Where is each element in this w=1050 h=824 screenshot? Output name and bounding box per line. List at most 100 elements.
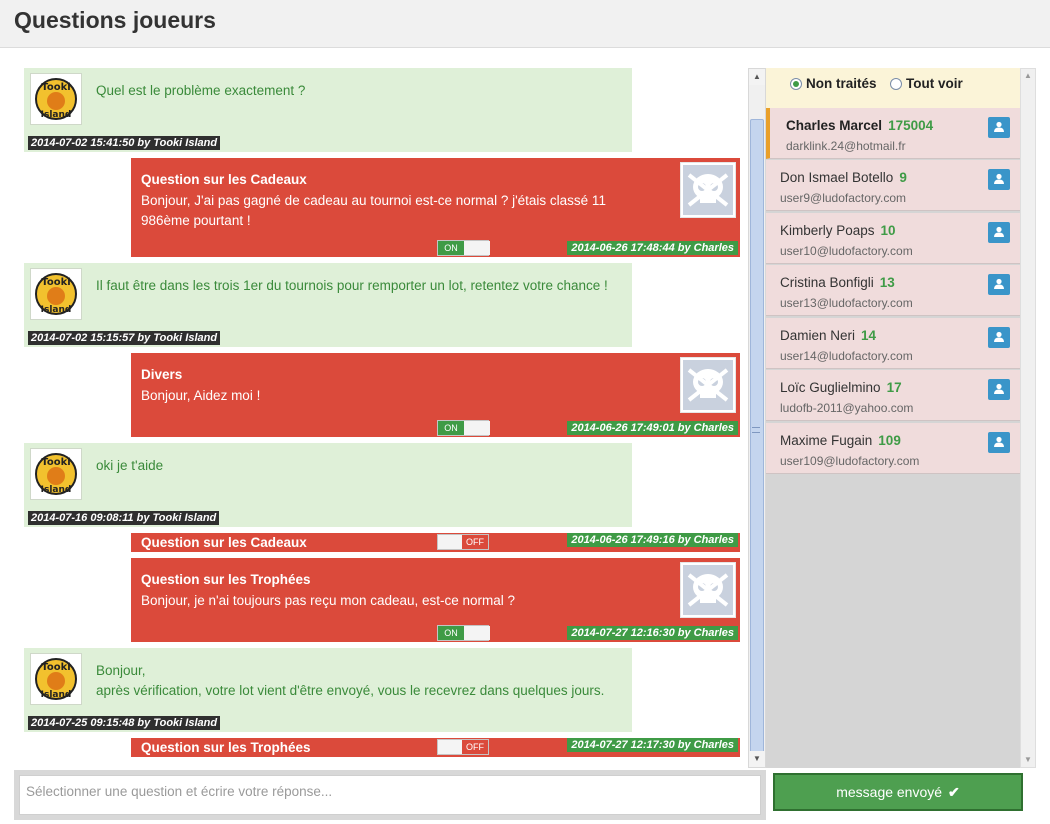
scroll-up-arrow-icon[interactable]: ▲ [749,69,765,85]
message-timestamp: 2014-07-16 09:08:11 by Tooki Island [28,511,220,525]
svg-text:Island: Island [41,690,72,700]
user-icon [994,226,1004,237]
player-row[interactable]: Kimberly Poaps 10 user10@ludofactory.com [766,213,1020,264]
player-list-scrollbar[interactable]: ▲ ▼ [1020,68,1036,768]
view-player-button[interactable] [988,379,1010,400]
player-name: Loïc Guglielmino [780,380,881,395]
page-title: Questions joueurs [14,7,216,33]
admin-message: Tooki Island Il faut être dans les trois… [24,263,632,347]
question-subject: Question sur les Cadeaux [141,172,307,187]
player-question-count: 14 [861,328,877,343]
player-question-count: 9 [899,170,907,185]
question-timestamp: 2014-07-27 12:17:30 by Charles [567,738,738,752]
radio-checked-icon[interactable] [790,78,802,90]
status-toggle[interactable]: OFF [437,739,489,755]
view-player-button[interactable] [988,432,1010,453]
status-toggle[interactable]: ON [437,240,490,256]
player-email: user14@ludofactory.com [780,349,913,363]
question-subject: Question sur les Cadeaux [141,535,307,550]
question-timestamp: 2014-06-26 17:49:16 by Charles [567,533,738,547]
tooki-island-logo: Tooki Island [30,448,82,500]
question-timestamp: 2014-07-27 12:16:30 by Charles [567,626,738,640]
collapsed-question[interactable]: Question sur les Trophées OFF 2014-07-27… [131,738,740,757]
user-icon [994,436,1004,447]
user-question[interactable]: Question sur les Cadeaux Bonjour, J'ai p… [131,158,740,257]
chat-scrollbar[interactable]: ▲ ▼ [748,68,766,768]
player-question-count: 175004 [888,118,934,133]
player-email: user109@ludofactory.com [780,454,920,468]
player-sidebar: Non traités Tout voir Charles Marcel 1750… [766,68,1036,768]
reply-input[interactable] [19,775,761,815]
scroll-down-arrow-icon[interactable]: ▼ [749,751,765,767]
user-icon [994,383,1004,394]
player-email: darklink.24@hotmail.fr [786,139,906,153]
player-row[interactable]: Charles Marcel 175004 darklink.24@hotmail… [766,108,1020,159]
message-text: Il faut être dans les trois 1er du tourn… [96,278,608,293]
user-icon [994,121,1004,132]
player-name: Maxime Fugain [780,433,873,448]
player-question-count: 109 [878,433,901,448]
svg-text:Tooki: Tooki [41,457,70,468]
view-player-button[interactable] [988,117,1010,138]
user-question[interactable]: Question sur les Trophées Bonjour, je n'… [131,558,740,642]
player-row[interactable]: Maxime Fugain 109 user109@ludofactory.com [766,423,1020,474]
scroll-grip-icon [752,427,760,433]
tooki-island-logo: Tooki Island [30,73,82,125]
tooki-island-logo: Tooki Island [30,268,82,320]
question-subject: Divers [141,367,183,382]
question-timestamp: 2014-06-26 17:48:44 by Charles [567,241,738,255]
question-timestamp: 2014-06-26 17:49:01 by Charles [567,421,738,435]
status-toggle[interactable]: ON [437,420,490,436]
message-timestamp: 2014-07-02 15:41:50 by Tooki Island [28,136,221,150]
player-name: Cristina Bonfigli [780,275,874,290]
scroll-down-arrow-icon[interactable]: ▼ [1021,753,1035,767]
message-text: oki je t'aide [96,458,164,473]
reply-area [14,770,766,820]
player-name: Kimberly Poaps [780,223,875,238]
player-name: Damien Neri [780,328,856,343]
radio-unchecked-icon[interactable] [890,78,902,90]
player-question-count: 13 [879,275,895,290]
player-question-count: 10 [880,223,896,238]
message-text: Quel est le problème exactement ? [96,83,306,98]
question-subject: Question sur les Trophées [141,740,311,755]
collapsed-question[interactable]: Question sur les Cadeaux OFF 2014-06-26 … [131,533,740,552]
filter-option-tout-voir[interactable]: Tout voir [890,76,963,91]
player-email: user9@ludofactory.com [780,191,907,205]
view-player-button[interactable] [988,327,1010,348]
skull-avatar-icon [680,357,736,413]
message-timestamp: 2014-07-25 09:15:48 by Tooki Island [28,716,221,730]
svg-text:Tooki: Tooki [41,662,70,673]
player-email: user13@ludofactory.com [780,296,913,310]
player-row[interactable]: Loïc Guglielmino 17 ludofb-2011@yahoo.com [766,370,1020,421]
user-icon [994,331,1004,342]
tooki-island-logo: Tooki Island [30,653,82,705]
view-player-button[interactable] [988,222,1010,243]
player-question-count: 17 [886,380,902,395]
player-row[interactable]: Don Ismael Botello 9 user9@ludofactory.co… [766,160,1020,211]
filter-option-non-traites[interactable]: Non traités [790,76,877,91]
message-text: Bonjour, après vérification, votre lot v… [96,663,605,698]
status-toggle[interactable]: ON [437,625,490,641]
question-body: Bonjour, Aidez moi ! [141,388,261,403]
player-row[interactable]: Cristina Bonfigli 13 user13@ludofactory.c… [766,265,1020,316]
player-email: user10@ludofactory.com [780,244,913,258]
message-timestamp: 2014-07-02 15:15:57 by Tooki Island [28,331,221,345]
view-player-button[interactable] [988,274,1010,295]
question-subject: Question sur les Trophées [141,572,311,587]
send-message-button[interactable]: message envoyé ✔ [773,773,1023,811]
status-toggle[interactable]: OFF [437,534,489,550]
user-question[interactable]: Divers Bonjour, Aidez moi ! ON 2014-06-2… [131,353,740,437]
svg-text:Island: Island [41,485,72,495]
scroll-up-arrow-icon[interactable]: ▲ [1021,69,1035,83]
scroll-thumb[interactable] [750,119,764,765]
svg-text:Tooki: Tooki [41,82,70,93]
send-button-label: message envoyé [836,783,943,800]
question-body: Bonjour, je n'ai toujours pas reçu mon c… [141,593,516,608]
admin-message: Tooki Island oki je t'aide 2014-07-16 09… [24,443,632,527]
skull-avatar-icon [680,162,736,218]
admin-message: Tooki Island Quel est le problème exacte… [24,68,632,152]
admin-message: Tooki Island Bonjour, après vérification… [24,648,632,732]
view-player-button[interactable] [988,169,1010,190]
player-row[interactable]: Damien Neri 14 user14@ludofactory.com [766,318,1020,369]
